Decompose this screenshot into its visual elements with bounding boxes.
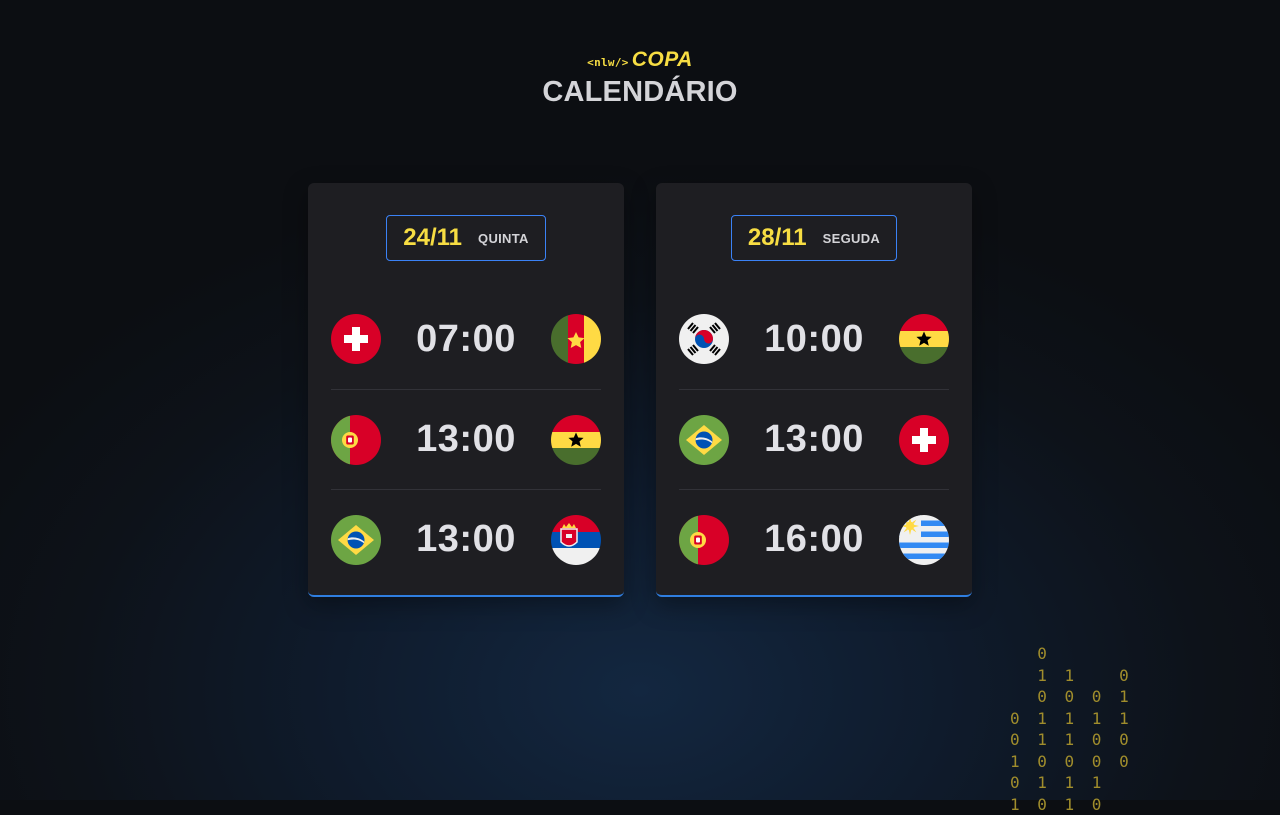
match-row: 13:00 xyxy=(331,389,601,489)
brazil-flag-icon xyxy=(331,515,381,565)
nlw-copa-logo: <nlw/> COPA xyxy=(587,48,693,72)
match-list: 07:00 13:00 13:00 xyxy=(331,289,601,589)
uruguay-flag-icon xyxy=(899,515,949,565)
match-time: 13:00 xyxy=(416,418,516,460)
match-time: 13:00 xyxy=(416,518,516,560)
weekday-label: QUINTA xyxy=(478,230,529,246)
match-time: 10:00 xyxy=(764,317,864,360)
brazil-flag-icon xyxy=(679,415,729,465)
ghana-flag-icon xyxy=(899,314,949,364)
match-row: 07:00 xyxy=(331,289,601,389)
south-korea-flag-icon xyxy=(679,314,729,364)
portugal-flag-icon xyxy=(679,515,729,565)
date-label: 24/11 xyxy=(403,224,463,251)
match-day-card: 24/11 QUINTA 07:00 13:00 13:00 xyxy=(308,183,624,597)
match-time: 16:00 xyxy=(764,518,864,560)
date-badge: 24/11 QUINTA xyxy=(386,215,546,261)
switzerland-flag-icon xyxy=(331,314,381,364)
switzerland-flag-icon xyxy=(899,415,949,465)
match-time: 13:00 xyxy=(764,418,864,460)
match-row: 16:00 xyxy=(679,489,949,589)
weekday-label: SEGUDA xyxy=(822,230,881,246)
date-badge: 28/11 SEGUDA xyxy=(730,215,898,261)
match-day-card: 28/11 SEGUDA 10:00 13:00 16:00 xyxy=(656,183,972,597)
serbia-flag-icon xyxy=(551,515,601,565)
ghana-flag-icon xyxy=(551,415,601,465)
logo-word: COPA xyxy=(631,48,693,71)
match-row: 13:00 xyxy=(679,389,949,489)
page-title: CALENDÁRIO xyxy=(542,76,738,108)
match-list: 10:00 13:00 16:00 xyxy=(679,289,949,589)
match-row: 13:00 xyxy=(331,489,601,589)
page-header: <nlw/> COPA CALENDÁRIO xyxy=(0,48,1280,109)
cameroon-flag-icon xyxy=(551,314,601,364)
binary-rain-decoration: 0 1 1 0 0 0 0 1 0 1 1 1 1 0 1 1 0 0 1 0 … xyxy=(1010,644,1133,814)
date-label: 28/11 xyxy=(747,224,807,251)
calendar-cards: 24/11 QUINTA 07:00 13:00 13:00 28/11 SEG… xyxy=(308,183,972,597)
portugal-flag-icon xyxy=(331,415,381,465)
match-time: 07:00 xyxy=(416,317,516,360)
logo-tag: <nlw/> xyxy=(587,56,629,69)
match-row: 10:00 xyxy=(679,289,949,389)
